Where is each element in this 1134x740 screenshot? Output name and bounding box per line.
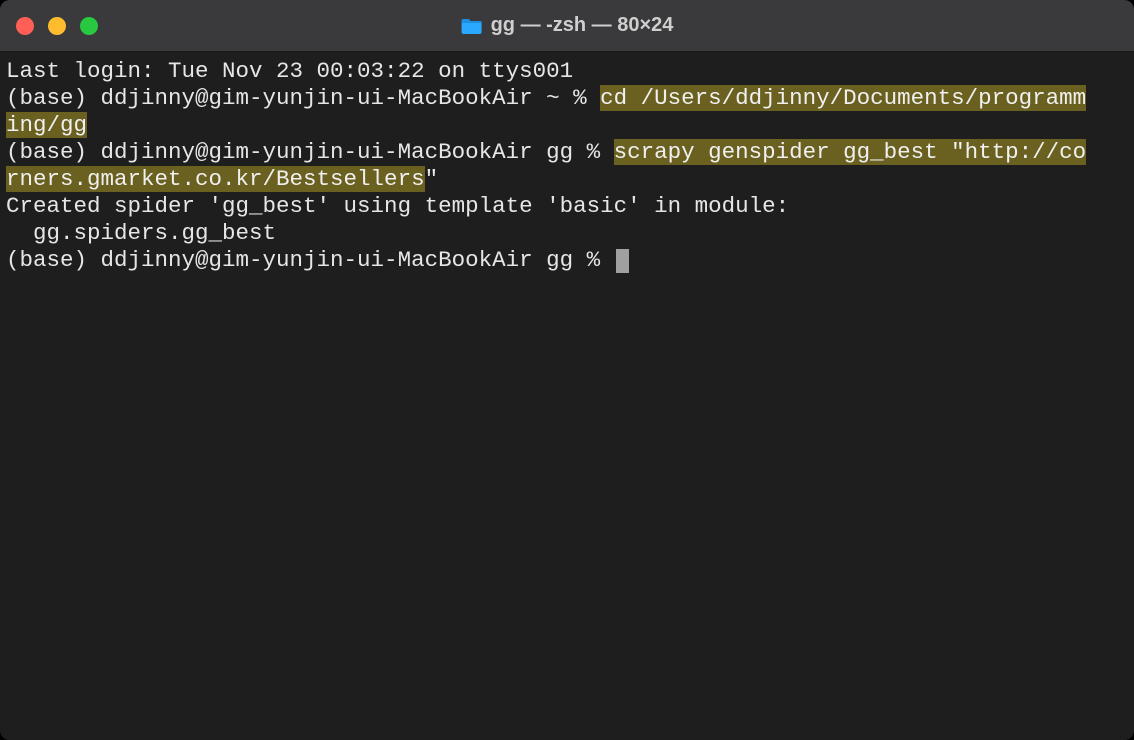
- window-title: gg — -zsh — 80×24: [461, 14, 674, 37]
- folder-icon: [461, 17, 483, 35]
- traffic-lights: [16, 17, 98, 35]
- terminal-window: gg — -zsh — 80×24 Last login: Tue Nov 23…: [0, 0, 1134, 740]
- cmd-2-part-a: scrapy genspider gg_best "http://co: [614, 139, 1087, 165]
- output-line-1: Created spider 'gg_best' using template …: [6, 193, 1128, 220]
- titlebar[interactable]: gg — -zsh — 80×24: [0, 0, 1134, 52]
- cmd-1-part-b: ing/gg: [6, 112, 87, 138]
- minimize-icon[interactable]: [48, 17, 66, 35]
- output-line-2: gg.spiders.gg_best: [6, 220, 1128, 247]
- last-login-line: Last login: Tue Nov 23 00:03:22 on ttys0…: [6, 58, 1128, 85]
- close-icon[interactable]: [16, 17, 34, 35]
- prompt-2: (base) ddjinny@gim-yunjin-ui-MacBookAir …: [6, 139, 614, 165]
- cmd-2-part-b: rners.gmarket.co.kr/Bestsellers: [6, 166, 425, 192]
- prompt-line-3: (base) ddjinny@gim-yunjin-ui-MacBookAir …: [6, 247, 1128, 274]
- prompt-1: (base) ddjinny@gim-yunjin-ui-MacBookAir …: [6, 85, 600, 111]
- prompt-line-1: (base) ddjinny@gim-yunjin-ui-MacBookAir …: [6, 85, 1128, 112]
- cmd-1-part-a: cd /Users/ddjinny/Documents/programm: [600, 85, 1086, 111]
- prompt-3: (base) ddjinny@gim-yunjin-ui-MacBookAir …: [6, 247, 614, 273]
- cmd-2-tail: ": [425, 166, 439, 192]
- cursor-icon: [616, 249, 629, 273]
- terminal-output[interactable]: Last login: Tue Nov 23 00:03:22 on ttys0…: [0, 52, 1134, 740]
- prompt-line-2: (base) ddjinny@gim-yunjin-ui-MacBookAir …: [6, 139, 1128, 166]
- window-title-text: gg — -zsh — 80×24: [491, 14, 674, 37]
- fullscreen-icon[interactable]: [80, 17, 98, 35]
- cmd-1-cont: ing/gg: [6, 112, 1128, 139]
- cmd-2-cont: rners.gmarket.co.kr/Bestsellers": [6, 166, 1128, 193]
